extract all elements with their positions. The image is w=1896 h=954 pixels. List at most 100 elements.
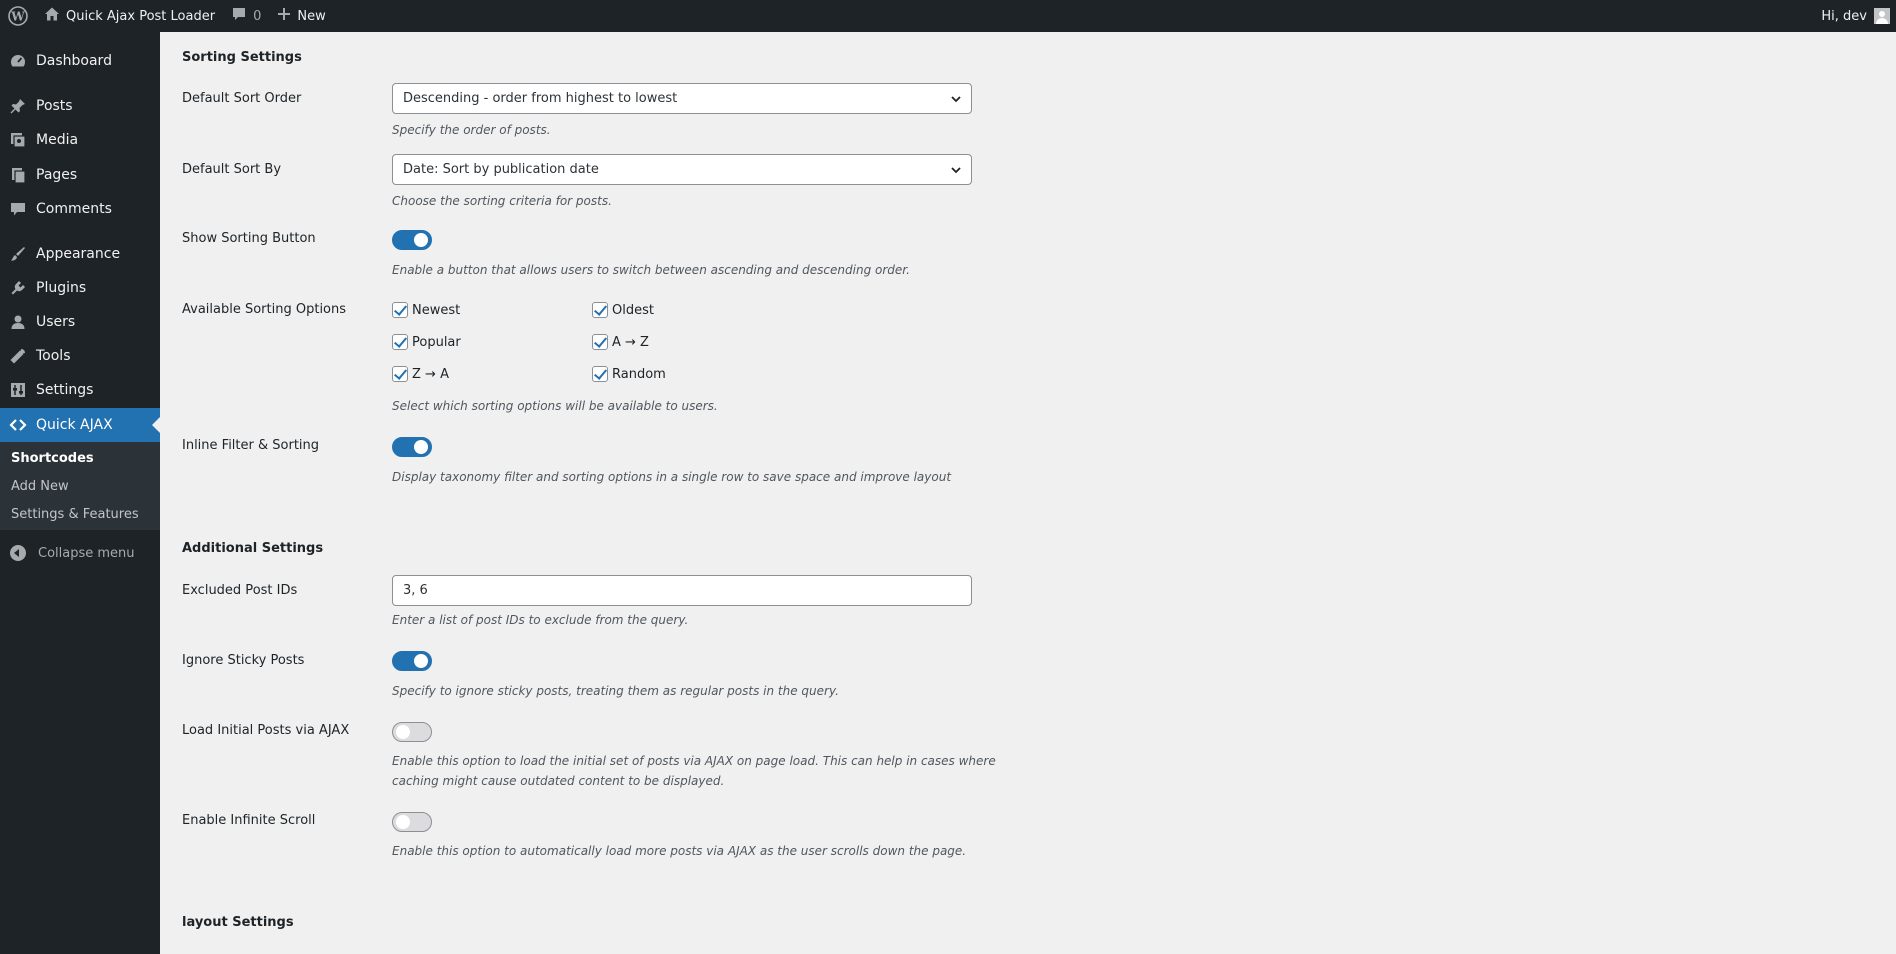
additional-settings-title: Additional Settings (182, 541, 324, 556)
menu-label: Settings (36, 382, 94, 398)
inline-filter-toggle[interactable] (392, 437, 432, 457)
greeting: Hi, dev (1821, 8, 1867, 24)
settings-content: Sorting Settings Default Sort Order Desc… (160, 32, 1896, 954)
menu-tools[interactable]: Tools (0, 339, 160, 373)
submenu-shortcodes[interactable]: Shortcodes (11, 451, 94, 466)
submenu-settings-features[interactable]: Settings & Features (11, 507, 139, 522)
inline-filter-description: Display taxonomy filter and sorting opti… (392, 470, 952, 484)
my-account-link[interactable]: Hi, dev (1813, 0, 1896, 32)
menu-label: Tools (36, 348, 71, 364)
option-popular-checkbox[interactable]: Popular (392, 334, 461, 350)
option-oldest-checkbox[interactable]: Oldest (592, 302, 654, 318)
wordpress-logo-icon[interactable]: W (0, 0, 36, 32)
excluded-ids-description: Enter a list of post IDs to exclude from… (392, 613, 689, 627)
load-initial-description: Enable this option to load the initial s… (392, 751, 996, 791)
option-random-checkbox[interactable]: Random (592, 366, 666, 382)
load-initial-description-line-2: caching might cause outdated content to … (392, 774, 725, 788)
chevron-down-icon (950, 93, 962, 109)
layout-settings-title: layout Settings (182, 915, 294, 930)
menu-pages[interactable]: Pages (0, 158, 160, 192)
show-sorting-button-toggle[interactable] (392, 230, 432, 250)
checkbox-checked[interactable] (392, 302, 408, 318)
sort-by-label: Default Sort By (182, 162, 282, 177)
sort-order-label: Default Sort Order (182, 91, 302, 106)
load-initial-toggle[interactable] (392, 722, 432, 742)
pin-icon (0, 97, 36, 115)
excluded-ids-input[interactable]: 3, 6 (392, 575, 972, 606)
menu-media[interactable]: Media (0, 123, 160, 157)
sort-by-select[interactable]: Date: Sort by publication date (392, 154, 972, 185)
collapse-menu-button[interactable]: Collapse menu (0, 536, 160, 570)
inline-filter-label: Inline Filter & Sorting (182, 438, 320, 453)
sort-order-select[interactable]: Descending - order from highest to lowes… (392, 83, 972, 114)
code-icon (0, 416, 36, 434)
home-icon (44, 6, 60, 26)
new-label: New (297, 8, 326, 24)
checkbox-checked[interactable] (592, 334, 608, 350)
menu-settings[interactable]: Settings (0, 373, 160, 407)
avatar (1874, 8, 1890, 24)
ignore-sticky-label: Ignore Sticky Posts (182, 653, 305, 668)
site-name: Quick Ajax Post Loader (66, 8, 216, 24)
comment-icon (0, 200, 36, 218)
sort-order-description: Specify the order of posts. (392, 123, 551, 137)
menu-appearance[interactable]: Appearance (0, 237, 160, 271)
new-content-link[interactable]: New (269, 0, 333, 32)
plugin-icon (0, 279, 36, 297)
checkbox-checked[interactable] (592, 366, 608, 382)
menu-dashboard[interactable]: Dashboard (0, 44, 160, 78)
svg-text:W: W (10, 10, 25, 24)
option-a-z-checkbox[interactable]: A → Z (592, 334, 649, 350)
menu-quick-ajax[interactable]: Quick AJAX (0, 408, 160, 442)
menu-comments[interactable]: Comments (0, 192, 160, 226)
toggle-knob (414, 440, 428, 454)
show-sorting-button-description: Enable a button that allows users to swi… (392, 263, 910, 277)
checkbox-checked[interactable] (392, 334, 408, 350)
checkbox-label: Random (612, 366, 666, 382)
admin-bar: W Quick Ajax Post Loader 0 New Hi, dev (0, 0, 1896, 32)
sorting-options-label: Available Sorting Options (182, 302, 347, 317)
checkbox-checked[interactable] (392, 366, 408, 382)
toggle-knob (396, 725, 410, 739)
collapse-arrow-icon (10, 545, 26, 561)
quick-ajax-submenu: Shortcodes Add New Settings & Features (0, 442, 160, 530)
sorting-settings-title: Sorting Settings (182, 50, 302, 65)
menu-posts[interactable]: Posts (0, 89, 160, 123)
sort-order-value: Descending - order from highest to lowes… (403, 91, 678, 106)
load-initial-label: Load Initial Posts via AJAX (182, 723, 350, 738)
comments-link[interactable]: 0 (223, 0, 269, 32)
toggle-knob (396, 815, 410, 829)
menu-plugins[interactable]: Plugins (0, 271, 160, 305)
checkbox-label: Oldest (612, 302, 654, 318)
admin-sidebar: Dashboard Posts Media Pages Comments App… (0, 32, 160, 954)
infinite-scroll-description: Enable this option to automatically load… (392, 844, 967, 858)
excluded-ids-value: 3, 6 (403, 583, 428, 598)
menu-label: Dashboard (36, 53, 112, 69)
infinite-scroll-label: Enable Infinite Scroll (182, 813, 316, 828)
checkbox-label: Popular (412, 334, 461, 350)
menu-users[interactable]: Users (0, 305, 160, 339)
site-name-link[interactable]: Quick Ajax Post Loader (36, 0, 223, 32)
media-icon (0, 131, 36, 149)
comments-count: 0 (253, 8, 262, 24)
menu-label: Users (36, 314, 76, 330)
collapse-label: Collapse menu (38, 545, 135, 561)
infinite-scroll-toggle[interactable] (392, 812, 432, 832)
option-z-a-checkbox[interactable]: Z → A (392, 366, 449, 382)
settings-icon (0, 381, 36, 399)
submenu-add-new[interactable]: Add New (11, 479, 69, 494)
checkbox-label: Z → A (412, 366, 449, 382)
wrench-icon (0, 347, 36, 365)
checkbox-label: Newest (412, 302, 461, 318)
sorting-options-description: Select which sorting options will be ava… (392, 399, 718, 413)
ignore-sticky-description: Specify to ignore sticky posts, treating… (392, 684, 839, 698)
sort-by-description: Choose the sorting criteria for posts. (392, 194, 612, 208)
menu-label: Quick AJAX (36, 417, 113, 433)
option-newest-checkbox[interactable]: Newest (392, 302, 460, 318)
menu-label: Plugins (36, 280, 87, 296)
load-initial-description-line-1: Enable this option to load the initial s… (392, 754, 996, 768)
checkbox-checked[interactable] (592, 302, 608, 318)
ignore-sticky-toggle[interactable] (392, 651, 432, 671)
excluded-ids-label: Excluded Post IDs (182, 583, 298, 598)
toggle-knob (414, 654, 428, 668)
